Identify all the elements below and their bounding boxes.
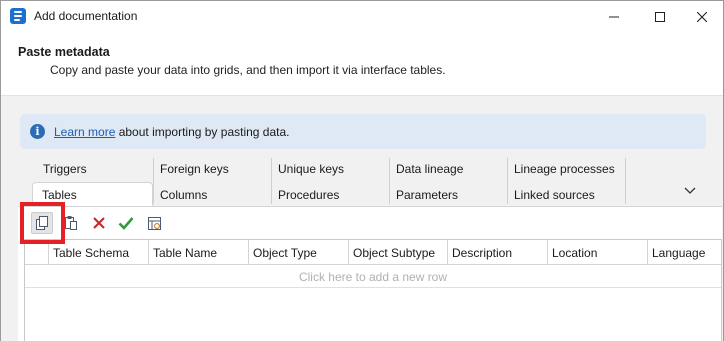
clear-button[interactable] [143,212,165,234]
tab-unique-keys[interactable]: Unique keys [278,162,344,176]
app-icon [10,8,26,24]
tab-separator [153,158,154,204]
clear-icon [147,216,161,230]
confirm-icon [118,217,134,230]
dialog-content: i Learn more about importing by pasting … [1,96,723,341]
tab-tables-label: Tables [42,188,77,202]
info-icon: i [30,124,45,139]
tab-linked-sources[interactable]: Linked sources [514,188,595,202]
grid-panel: Table Schema Table Name Object Type Obje… [18,206,722,341]
column-header[interactable]: Language [647,240,721,265]
grid-header: Table Schema Table Name Object Type Obje… [25,240,721,265]
new-row-placeholder[interactable]: Click here to add a new row [25,265,721,288]
delete-button[interactable] [88,212,110,234]
column-header[interactable]: Location [547,240,647,265]
tab-foreign-keys[interactable]: Foreign keys [160,162,229,176]
tab-parameters[interactable]: Parameters [396,188,458,202]
tab-procedures[interactable]: Procedures [278,188,339,202]
info-description: about importing by pasting data. [115,125,290,139]
minimize-button[interactable] [591,1,637,32]
info-banner: i Learn more about importing by pasting … [20,114,706,149]
dialog-header: Paste metadata Copy and paste your data … [1,32,723,96]
tab-columns[interactable]: Columns [160,188,207,202]
grid-toolbar [18,207,722,239]
column-header[interactable]: Description [447,240,547,265]
delete-icon [93,217,105,229]
page-title: Paste metadata [18,45,110,59]
close-button[interactable] [679,1,724,32]
learn-more-link[interactable]: Learn more [54,125,115,139]
tab-separator [271,158,272,204]
dialog-window: Add documentation Paste metadata Copy an… [0,0,724,341]
tab-triggers[interactable]: Triggers [43,162,87,176]
column-header[interactable]: Object Type [248,240,348,265]
column-header[interactable]: Object Subtype [348,240,447,265]
tab-lineage-processes[interactable]: Lineage processes [514,162,615,176]
window-title: Add documentation [34,9,138,23]
tab-separator [389,158,390,204]
confirm-button[interactable] [115,212,137,234]
info-text: Learn more about importing by pasting da… [54,125,290,139]
maximize-button[interactable] [637,1,683,32]
paste-icon [65,216,77,230]
tab-separator [507,158,508,204]
title-bar[interactable]: Add documentation [1,1,723,32]
page-subtitle: Copy and paste your data into grids, and… [50,63,446,77]
column-header[interactable]: Table Name [148,240,248,265]
tab-separator [625,158,626,204]
highlight-box [20,202,65,244]
tab-strip: Triggers Foreign keys Unique keys Data l… [1,154,723,206]
chevron-down-icon[interactable] [683,184,697,198]
data-grid[interactable]: Table Schema Table Name Object Type Obje… [24,239,722,341]
tab-data-lineage[interactable]: Data lineage [396,162,463,176]
